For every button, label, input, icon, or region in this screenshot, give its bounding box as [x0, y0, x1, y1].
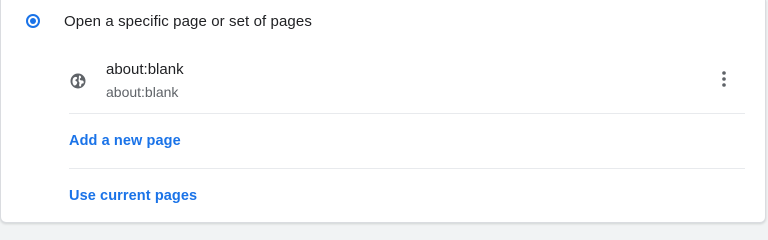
startup-page-entry: about:blank about:blank — [69, 58, 745, 108]
globe-icon — [69, 72, 87, 90]
startup-option-specific-pages[interactable]: Open a specific page or set of pages — [25, 11, 312, 31]
divider — [69, 168, 745, 169]
use-current-pages-link[interactable]: Use current pages — [69, 188, 197, 204]
startup-page-title: about:blank — [106, 61, 184, 78]
startup-page-url: about:blank — [106, 84, 179, 100]
startup-option-label: Open a specific page or set of pages — [64, 12, 312, 30]
startup-settings-card: Open a specific page or set of pages abo… — [0, 0, 766, 223]
more-actions-button[interactable] — [707, 68, 741, 94]
startup-page-text: about:blank about:blank — [106, 60, 184, 102]
more-vert-icon — [721, 70, 727, 93]
add-new-page-link[interactable]: Add a new page — [69, 133, 181, 149]
divider — [69, 113, 745, 114]
radio-button-selected[interactable] — [26, 14, 40, 28]
